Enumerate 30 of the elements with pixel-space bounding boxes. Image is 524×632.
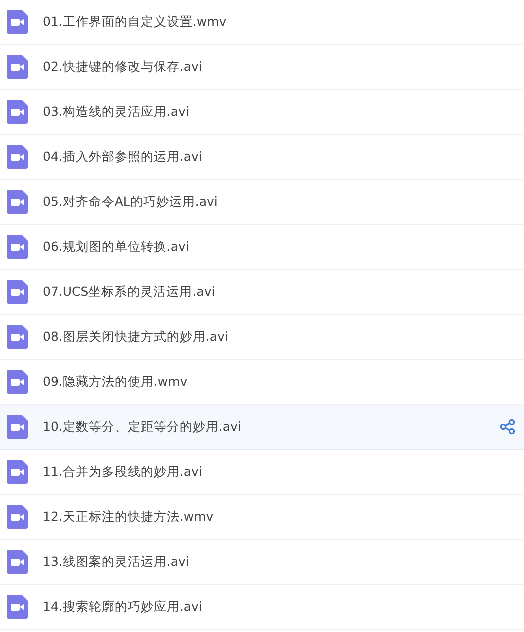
- file-name: 05.对齐命令AL的巧妙运用.avi: [43, 194, 219, 210]
- file-name: 03.构造线的灵活应用.avi: [43, 104, 190, 120]
- video-file-icon: [7, 280, 28, 304]
- file-name: 09.隐藏方法的使用.wmv: [43, 374, 189, 390]
- file-name: 06.规划图的单位转换.avi: [43, 238, 190, 256]
- video-file-icon: [7, 550, 28, 574]
- file-name: 14.搜索轮廓的巧妙应用.avi: [43, 598, 204, 616]
- file-name: 04.插入外部参照的运用.avi: [43, 148, 204, 166]
- file-name: 07.UCS坐标系的灵活运用.avi: [43, 284, 216, 300]
- video-file-icon: [7, 415, 28, 439]
- video-file-icon: [7, 325, 28, 349]
- file-name: 11.合并为多段线的妙用.avi: [43, 464, 204, 480]
- file-name: 02.快捷键的修改与保存.avi: [43, 58, 204, 76]
- video-file-icon: [7, 145, 28, 169]
- video-file-icon: [7, 595, 28, 619]
- video-file-icon: [7, 460, 28, 484]
- video-file-icon: [7, 190, 28, 214]
- video-file-icon: [7, 505, 28, 529]
- file-name: 10.定数等分、定距等分的妙用.avi: [43, 418, 242, 436]
- video-file-icon: [7, 235, 28, 259]
- share-icon[interactable]: [500, 419, 516, 435]
- video-file-icon: [7, 100, 28, 124]
- file-row[interactable]: 10.定数等分、定距等分的妙用.avi: [0, 405, 524, 450]
- video-file-icon: [7, 370, 28, 394]
- file-name: 13.线图案的灵活运用.avi: [43, 554, 190, 570]
- video-file-icon: [7, 10, 28, 34]
- file-name: 08.图层关闭快捷方式的妙用.avi: [43, 328, 230, 346]
- video-file-icon: [7, 55, 28, 79]
- file-name: 12.天正标注的快捷方法.wmv: [43, 508, 215, 526]
- file-name: 01.工作界面的自定义设置.wmv: [43, 14, 228, 30]
